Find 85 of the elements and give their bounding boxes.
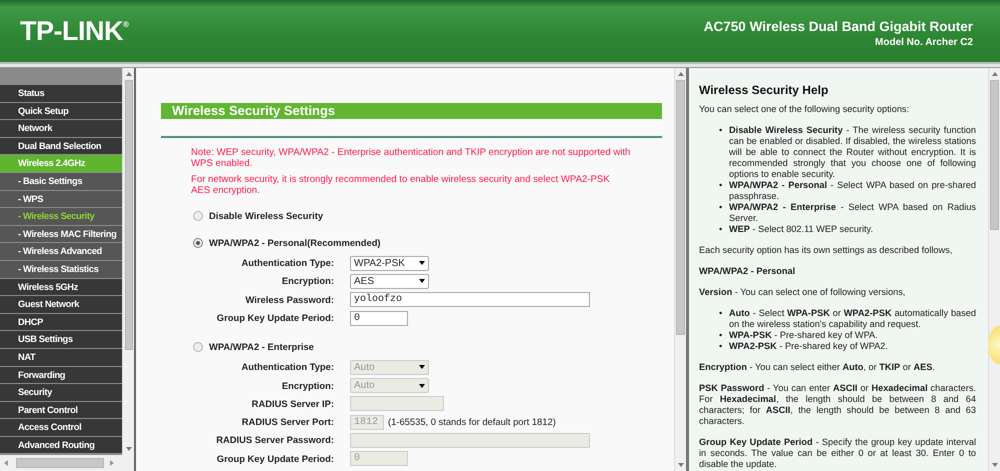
- help-bullet: WEP - Select 802.11 WEP security.: [729, 224, 874, 235]
- scrollbar[interactable]: [674, 68, 686, 471]
- sidebar-item[interactable]: Security: [0, 384, 122, 402]
- option-label: Disable Wireless Security: [209, 208, 324, 223]
- sidebar-item[interactable]: Network: [0, 120, 122, 138]
- help-bullet: Disable Wireless Security - The wireless security function can be enabled or disabled. If disabled, the wireless stations will be able to connect the Router without encryption. It is recommended strongly that you choose one of following options to enable security.: [729, 125, 976, 180]
- help-bullet: Auto - Select WPA-PSK or WPA2-PSK automatically based on the wireless station's capability and request.: [729, 308, 976, 330]
- radio-button[interactable]: [193, 211, 203, 221]
- dropdown[interactable]: AES: [350, 274, 429, 289]
- logo: TP-LINK$^{®}$: [20, 18, 128, 44]
- help-bullet: WPA/WPA2 - Personal - Select WPA based on pre-shared passphrase.: [729, 180, 976, 202]
- product-name: AC750 Wireless Dual Band Gigabit Router: [704, 20, 973, 35]
- scroll-down-icon[interactable]: [992, 463, 998, 467]
- bullet-mark: •: [719, 224, 724, 235]
- sidebar-item[interactable]: Forwarding: [0, 366, 122, 384]
- sidebar-item[interactable]: - Basic Settings: [0, 172, 122, 191]
- sidebar-item[interactable]: Guest Network: [0, 296, 122, 314]
- bullet-mark: •: [719, 308, 724, 320]
- scroll-up-icon[interactable]: [992, 72, 998, 76]
- help-paragraph: Group Key Update Period - Specify the group key update interval in seconds. The value can be either 0 or at least 30. Enter 0 to disable the update.: [699, 437, 976, 470]
- help-bullet: WPA-PSK - Pre-shared key of WPA.: [729, 330, 879, 341]
- bullet-mark: •: [719, 180, 724, 192]
- help-paragraph: You can select one of the following security options:: [699, 104, 910, 115]
- sidebar-item[interactable]: - Wireless Statistics: [0, 260, 122, 279]
- scrollbar-thumb[interactable]: [124, 80, 132, 350]
- caret-icon: [419, 384, 425, 388]
- warning-note: Note: WEP security, WPA/WPA2 - Enterprise authentication and TKIP encryption are not supported with WPS enabled.: [191, 147, 631, 169]
- bullet-mark: •: [719, 202, 724, 214]
- model-number: Model No. Archer C2: [874, 36, 973, 50]
- field-label: Wireless Password:: [244, 292, 335, 307]
- scrollbar[interactable]: [122, 68, 134, 455]
- help-heading: WPA/WPA2 - Personal: [699, 266, 796, 277]
- help-title: Wireless Security Help: [699, 85, 830, 96]
- sidebar-item[interactable]: - WPS: [0, 190, 122, 208]
- field-label: RADIUS Server Port:: [240, 415, 335, 430]
- help-paragraph: Encryption - You can select either Auto, or TKIP or AES.: [699, 362, 936, 373]
- help-paragraph: Version - You can select one of following versions,: [699, 287, 906, 298]
- input-field[interactable]: 0: [350, 310, 408, 326]
- sidebar-item[interactable]: - Wireless Advanced: [0, 243, 122, 261]
- sidebar-item[interactable]: Dual Band Selection: [0, 138, 122, 156]
- field-label: Group Key Update Period:: [216, 452, 335, 466]
- scrollbar[interactable]: [0, 455, 134, 471]
- sidebar-item[interactable]: USB Settings: [0, 331, 122, 349]
- scroll-left-icon[interactable]: [4, 460, 8, 466]
- option-label: WPA/WPA2 - Enterprise: [209, 340, 314, 354]
- sidebar-item[interactable]: Parent Control: [0, 402, 122, 420]
- radio-button[interactable]: [193, 238, 203, 248]
- scrollbar-thumb[interactable]: [990, 80, 999, 230]
- field-hint: (1-65535, 0 stands for default port 1812): [388, 415, 556, 430]
- field-label: Authentication Type:: [240, 360, 335, 374]
- sidebar-item[interactable]: Access Control: [0, 419, 122, 437]
- radio-button[interactable]: [193, 342, 203, 352]
- warning-note: For network security, it is strongly recommended to enable wireless security and select WPA2-PSK AES encryption.: [191, 174, 611, 196]
- help-paragraph: PSK Password - You can enter ASCII or Hexadecimal characters. For Hexadecimal, the length should be between 8 and 64 characters; for ASCII, the length should be between 8 and 63 characters.: [699, 383, 976, 427]
- sidebar-item[interactable]: Advanced Routing: [0, 436, 122, 454]
- scrollbar-thumb[interactable]: [676, 80, 685, 335]
- field-label: Group Key Update Period:: [216, 310, 335, 325]
- sidebar-item[interactable]: Status: [0, 85, 122, 103]
- scrollbar-thumb[interactable]: [16, 458, 104, 468]
- sidebar-item[interactable]: Quick Setup: [0, 102, 122, 120]
- field-label: Encryption:: [280, 274, 335, 288]
- field-label: RADIUS Server Password:: [215, 433, 335, 448]
- option-label: WPA/WPA2 - Personal(Recommended): [209, 236, 381, 250]
- field-label: Encryption:: [280, 378, 335, 393]
- sidebar-item[interactable]: Wireless 5GHz: [0, 278, 122, 296]
- help-paragraph: Each security option has its own settings as described follows,: [699, 245, 954, 256]
- sidebar-item[interactable]: - Wireless MAC Filtering: [0, 226, 122, 244]
- sidebar-item[interactable]: - Wireless Security: [0, 208, 122, 226]
- scrollbar[interactable]: [988, 68, 1000, 471]
- bullet-mark: •: [719, 341, 724, 352]
- sidebar-item[interactable]: NAT: [0, 348, 122, 366]
- bullet-mark: •: [719, 330, 724, 341]
- help-bullet: WPA2-PSK - Pre-shared key of WPA2.: [729, 341, 889, 352]
- section-title: Wireless Security Settings: [161, 103, 662, 119]
- caret-icon: [419, 365, 425, 370]
- caret-icon: [419, 279, 425, 284]
- field-label: Authentication Type:: [240, 256, 335, 270]
- input-field[interactable]: yoloofzo: [350, 292, 590, 308]
- sidebar-item[interactable]: DHCP: [0, 314, 122, 332]
- caret-icon: [419, 261, 425, 266]
- field-label: RADIUS Server IP:: [250, 396, 335, 411]
- help-bullet: WPA/WPA2 - Enterprise - Select WPA based on Radius Server.: [729, 202, 976, 224]
- bullet-mark: •: [719, 125, 724, 137]
- scroll-right-icon[interactable]: [110, 460, 114, 466]
- dropdown[interactable]: WPA2-PSK: [350, 256, 429, 271]
